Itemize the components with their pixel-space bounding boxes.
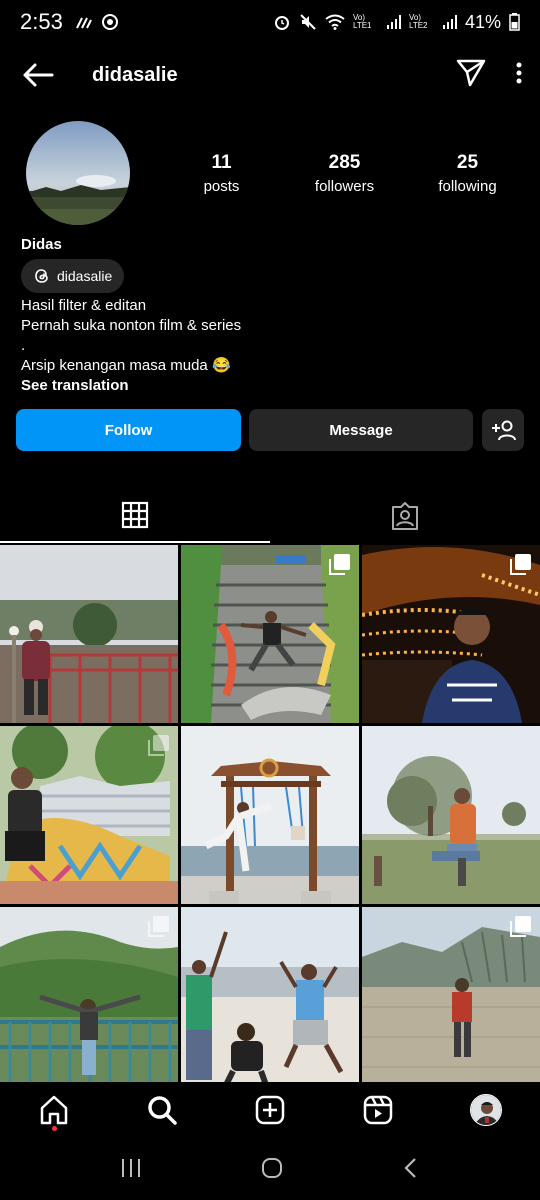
multiple-photos-icon	[148, 735, 169, 756]
own-avatar	[470, 1094, 502, 1126]
battery-icon	[509, 13, 520, 31]
followers-label: followers	[314, 178, 375, 195]
recent-apps-button[interactable]	[119, 1157, 143, 1184]
more-options-button[interactable]	[516, 62, 522, 89]
reels-icon	[363, 1095, 393, 1125]
posts-label: posts	[203, 178, 240, 195]
nav-profile[interactable]	[456, 1085, 516, 1135]
bio-line: Hasil filter & editan	[21, 297, 147, 314]
search-icon	[148, 1096, 177, 1125]
add-post-icon	[255, 1095, 285, 1125]
post-thumbnail[interactable]	[181, 907, 359, 1085]
send-icon	[456, 59, 486, 86]
profile-stats: 11 posts 285 followers 25 following	[160, 152, 530, 195]
status-notification-icons	[75, 13, 119, 31]
activity-icon	[75, 14, 93, 30]
bottom-navigation	[0, 1082, 540, 1138]
more-vertical-icon	[516, 62, 522, 83]
signal-sim2-icon: Vo) LTE2	[408, 13, 428, 30]
sync-icon	[101, 13, 119, 31]
stat-followers[interactable]: 285 followers	[283, 152, 406, 195]
signal-bars-icon	[386, 15, 401, 29]
posts-count: 11	[211, 152, 232, 173]
following-count: 25	[456, 152, 479, 173]
send-button[interactable]	[456, 59, 486, 92]
nav-create[interactable]	[240, 1085, 300, 1135]
stat-following[interactable]: 25 following	[406, 152, 529, 195]
post-thumbnail[interactable]	[0, 545, 178, 723]
display-name: Didas	[21, 236, 62, 253]
bio-line: Pernah suka nonton film & series	[21, 317, 242, 334]
multiple-photos-icon	[510, 916, 531, 937]
tagged-icon	[392, 501, 418, 530]
profile-tabs	[0, 488, 540, 543]
post-thumbnail[interactable]	[181, 545, 359, 723]
back-system-button[interactable]	[401, 1156, 421, 1185]
bio-line: Arsip kenangan masa muda 😂	[21, 357, 231, 374]
post-thumbnail[interactable]	[0, 726, 178, 904]
nav-home[interactable]	[24, 1085, 84, 1135]
tab-tagged[interactable]	[270, 488, 540, 543]
notification-dot	[52, 1126, 57, 1131]
status-bar: 2:53 Vo) LTE1 Vo) LTE2 41%	[0, 0, 540, 44]
profile-username: didasalie	[92, 63, 178, 86]
status-time: 2:53	[20, 9, 63, 34]
profile-avatar[interactable]	[26, 121, 130, 225]
nav-reels[interactable]	[348, 1085, 408, 1135]
bio-line: .	[21, 337, 26, 354]
posts-grid	[0, 545, 540, 1085]
threads-handle: didasalie	[57, 268, 113, 284]
wifi-icon	[325, 14, 345, 30]
follow-button[interactable]: Follow	[16, 409, 241, 451]
suggested-users-button[interactable]	[482, 409, 524, 451]
post-thumbnail[interactable]	[362, 726, 540, 904]
multiple-photos-icon	[148, 916, 169, 937]
followers-count: 285	[328, 152, 361, 173]
post-thumbnail[interactable]	[181, 726, 359, 904]
recent-apps-icon	[121, 1158, 140, 1177]
status-right-group: Vo) LTE1 Vo) LTE2 41%	[273, 12, 520, 33]
following-label: following	[438, 178, 497, 195]
stat-posts[interactable]: 11 posts	[160, 152, 283, 195]
post-thumbnail[interactable]	[362, 545, 540, 723]
post-thumbnail[interactable]	[362, 907, 540, 1085]
add-person-icon	[492, 420, 516, 441]
back-arrow-icon	[23, 63, 54, 87]
message-button[interactable]: Message	[249, 409, 473, 451]
threads-icon	[35, 269, 48, 283]
threads-badge[interactable]: didasalie	[21, 259, 125, 293]
multiple-photos-icon	[510, 554, 531, 575]
home-system-button[interactable]	[260, 1156, 284, 1185]
system-navigation-bar	[0, 1140, 540, 1200]
signal-sim1-icon: Vo) LTE1	[352, 13, 372, 30]
chevron-left-icon	[404, 1157, 417, 1178]
multiple-photos-icon	[329, 554, 350, 575]
alarm-icon	[273, 13, 291, 31]
home-icon	[40, 1095, 68, 1125]
profile-bio: Hasil filter & editan Pernah suka nonton…	[21, 296, 241, 396]
grid-icon	[121, 501, 149, 528]
see-translation-link[interactable]: See translation	[21, 376, 241, 396]
tab-posts-grid[interactable]	[0, 488, 270, 543]
signal-bars-2-icon	[442, 15, 457, 29]
back-button[interactable]	[18, 55, 58, 95]
nav-search[interactable]	[132, 1085, 192, 1135]
battery-percent: 41%	[464, 11, 501, 32]
mute-icon	[299, 13, 317, 31]
header-actions	[456, 59, 522, 92]
profile-header: didasalie	[0, 50, 540, 100]
post-thumbnail[interactable]	[0, 907, 178, 1085]
home-circle-icon	[261, 1157, 282, 1178]
